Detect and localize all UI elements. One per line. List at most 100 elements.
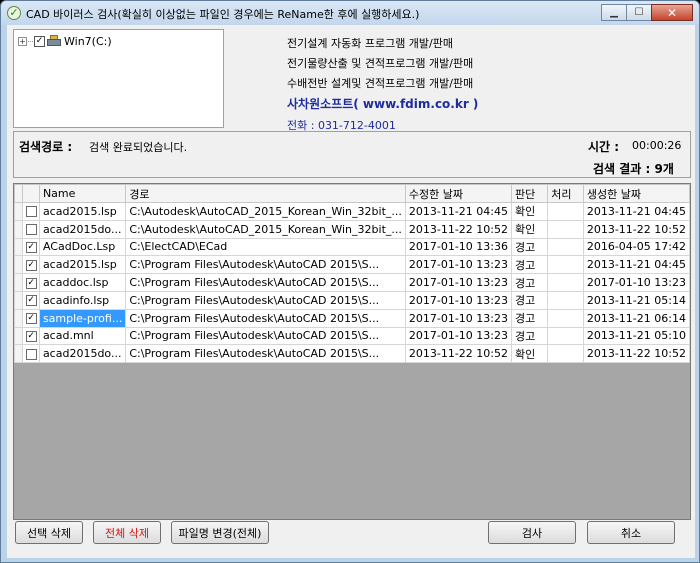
cell-created[interactable]: 2017-01-10 13:23 (582, 273, 690, 292)
cell-modified[interactable]: 2013-11-22 10:52 (404, 219, 513, 239)
cell-created[interactable]: 2013-11-22 10:52 (582, 219, 690, 239)
tree-checkbox[interactable]: ✓ (34, 35, 45, 47)
column-header-action[interactable]: 처리 (547, 184, 584, 203)
row-checkbox-cell[interactable]: ✓ (22, 255, 40, 275)
cell-action[interactable] (547, 219, 584, 239)
cell-judge[interactable]: 경고 (510, 308, 549, 328)
cell-path[interactable]: C:\Autodesk\AutoCAD_2015_Korean_Win_32bi… (125, 219, 406, 239)
cell-created[interactable]: 2013-11-21 04:45 (582, 202, 690, 221)
column-header-created[interactable]: 생성한 날짜 (582, 184, 690, 203)
table-row[interactable]: acad2015do... C:\Program Files\Autodesk\A… (14, 344, 690, 364)
cell-name[interactable]: acad.mnl (38, 326, 127, 346)
column-header-name[interactable]: Name (38, 184, 127, 203)
cell-modified[interactable]: 2013-11-21 04:45 (404, 202, 513, 221)
rename-all-button[interactable]: 파일명 변경(전체) (171, 521, 269, 544)
cell-modified[interactable]: 2013-11-22 10:52 (404, 344, 513, 364)
cell-name[interactable]: acad2015do... (38, 344, 127, 364)
row-checkbox[interactable]: ✓ (25, 330, 37, 342)
cell-name[interactable]: acad2015.lsp (38, 255, 127, 275)
row-checkbox[interactable] (25, 348, 37, 360)
row-checkbox-cell[interactable]: ✓ (22, 290, 40, 310)
table-row[interactable]: acad2015do... C:\Autodesk\AutoCAD_2015_Ko… (14, 219, 690, 239)
row-checkbox[interactable]: ✓ (25, 259, 37, 271)
delete-selected-button[interactable]: 선택 삭제 (15, 521, 83, 544)
row-checkbox-cell[interactable]: ✓ (22, 308, 40, 328)
cell-path[interactable]: C:\Program Files\Autodesk\AutoCAD 2015\S… (125, 255, 406, 275)
close-button[interactable]: ✕ (651, 4, 693, 21)
cell-path[interactable]: C:\Program Files\Autodesk\AutoCAD 2015\S… (125, 308, 406, 328)
table-row[interactable]: acad2015.lsp C:\Autodesk\AutoCAD_2015_Kor… (14, 202, 690, 221)
column-header-modified[interactable]: 수정한 날짜 (404, 184, 513, 203)
maximize-button[interactable]: ☐ (626, 4, 652, 21)
cell-action[interactable] (547, 290, 584, 310)
scan-button[interactable]: 검사 (488, 521, 576, 544)
cell-judge[interactable]: 확인 (510, 219, 549, 239)
table-row[interactable]: ✓ ACadDoc.Lsp C:\ElectCAD\ECad 2017-01-10 1… (14, 237, 690, 257)
row-checkbox[interactable] (25, 224, 37, 236)
results-grid[interactable]: Name 경로 수정한 날짜 판단 처리 생성한 날짜 acad2015.lsp… (13, 183, 691, 520)
title-bar[interactable]: ✓ CAD 바이러스 검사(확실히 이상없는 파일인 경우에는 ReName한 … (1, 1, 699, 25)
cell-created[interactable]: 2016-04-05 17:42 (582, 237, 690, 257)
cell-action[interactable] (547, 308, 584, 328)
cell-modified[interactable]: 2017-01-10 13:23 (404, 290, 513, 310)
cell-created[interactable]: 2013-11-22 10:52 (582, 344, 690, 364)
cell-path[interactable]: C:\Autodesk\AutoCAD_2015_Korean_Win_32bi… (125, 202, 406, 221)
column-header-judge[interactable]: 판단 (510, 184, 549, 203)
table-row[interactable]: ✓ acad.mnl C:\Program Files\Autodesk\AutoC… (14, 326, 690, 346)
row-checkbox-cell[interactable]: ✓ (22, 273, 40, 292)
column-header-check[interactable] (22, 184, 40, 203)
cell-name[interactable]: acad2015.lsp (38, 202, 127, 221)
cell-judge[interactable]: 경고 (510, 255, 549, 275)
cell-action[interactable] (547, 255, 584, 275)
cell-path[interactable]: C:\Program Files\Autodesk\AutoCAD 2015\S… (125, 344, 406, 364)
cell-judge[interactable]: 경고 (510, 326, 549, 346)
cell-modified[interactable]: 2017-01-10 13:23 (404, 308, 513, 328)
table-row[interactable]: ✓ acaddoc.lsp C:\Program Files\Autodesk\Au… (14, 273, 690, 292)
cell-path[interactable]: C:\Program Files\Autodesk\AutoCAD 2015\S… (125, 273, 406, 292)
cell-judge[interactable]: 확인 (510, 344, 549, 364)
cell-modified[interactable]: 2017-01-10 13:23 (404, 273, 513, 292)
cell-action[interactable] (547, 326, 584, 346)
row-checkbox-cell[interactable] (22, 344, 40, 364)
cell-modified[interactable]: 2017-01-10 13:23 (404, 255, 513, 275)
cell-action[interactable] (547, 202, 584, 221)
cell-judge[interactable]: 확인 (510, 202, 549, 221)
row-checkbox[interactable] (25, 206, 37, 218)
cell-action[interactable] (547, 344, 584, 364)
row-checkbox[interactable]: ✓ (25, 313, 37, 325)
row-checkbox[interactable]: ✓ (25, 277, 37, 289)
column-header-path[interactable]: 경로 (125, 184, 406, 203)
row-checkbox-cell[interactable] (22, 219, 40, 239)
drive-tree[interactable]: + ✓ Win7(C:) (13, 29, 224, 128)
cell-modified[interactable]: 2017-01-10 13:23 (404, 326, 513, 346)
row-checkbox[interactable]: ✓ (25, 295, 37, 307)
cell-created[interactable]: 2013-11-21 06:14 (582, 308, 690, 328)
cell-path[interactable]: C:\Program Files\Autodesk\AutoCAD 2015\S… (125, 326, 406, 346)
minimize-button[interactable]: ▁ (601, 4, 627, 21)
table-row[interactable]: ✓ acad2015.lsp C:\Program Files\Autodesk\A… (14, 255, 690, 275)
tree-expand-icon[interactable]: + (18, 36, 27, 46)
cell-created[interactable]: 2013-11-21 05:14 (582, 290, 690, 310)
cell-name[interactable]: acadinfo.lsp (38, 290, 127, 310)
cell-created[interactable]: 2013-11-21 04:45 (582, 255, 690, 275)
cell-action[interactable] (547, 273, 584, 292)
cell-name[interactable]: acad2015do... (38, 219, 127, 239)
row-checkbox[interactable]: ✓ (25, 241, 37, 253)
cell-judge[interactable]: 경고 (510, 273, 549, 292)
cell-path[interactable]: C:\Program Files\Autodesk\AutoCAD 2015\S… (125, 290, 406, 310)
table-row[interactable]: ✓ sample-profi... C:\Program Files\Autodes… (14, 308, 690, 328)
row-checkbox-cell[interactable]: ✓ (22, 237, 40, 257)
cell-modified[interactable]: 2017-01-10 13:36 (404, 237, 513, 257)
delete-all-button[interactable]: 전체 삭제 (93, 521, 161, 544)
cancel-button[interactable]: 취소 (587, 521, 675, 544)
row-checkbox-cell[interactable]: ✓ (22, 326, 40, 346)
cell-name[interactable]: acaddoc.lsp (38, 273, 127, 292)
tree-item-c-drive[interactable]: + ✓ Win7(C:) (18, 34, 112, 48)
cell-judge[interactable]: 경고 (510, 290, 549, 310)
cell-name[interactable]: sample-profi... (38, 308, 127, 328)
row-checkbox-cell[interactable] (22, 202, 40, 221)
table-row[interactable]: ✓ acadinfo.lsp C:\Program Files\Autodesk\A… (14, 290, 690, 310)
cell-path[interactable]: C:\ElectCAD\ECad (125, 237, 406, 257)
cell-created[interactable]: 2013-11-21 05:10 (582, 326, 690, 346)
cell-judge[interactable]: 경고 (510, 237, 549, 257)
